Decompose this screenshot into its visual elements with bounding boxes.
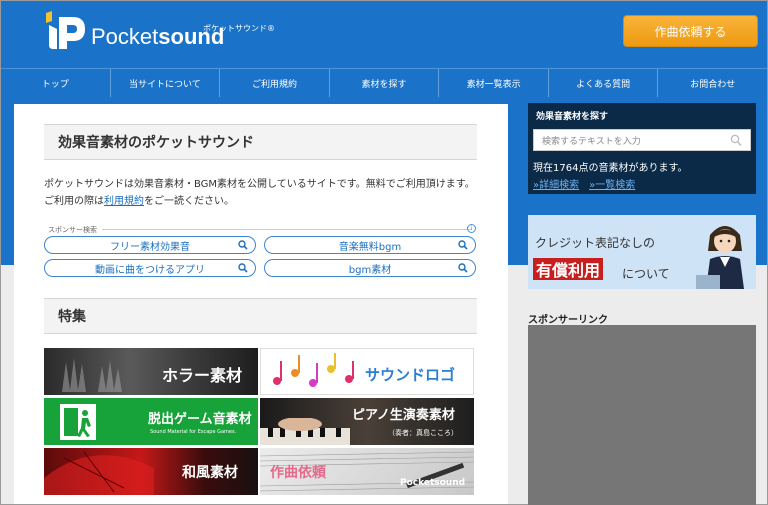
banner-highlight: 有償利用 <box>533 258 604 280</box>
site-header: Pocketsound ポケットサウンド® 作曲依頼する <box>1 1 767 68</box>
search-icon <box>238 263 248 273</box>
nav-item-contact[interactable]: お問合わせ <box>658 69 767 97</box>
sponsor-search-pill[interactable]: bgm素材 <box>264 259 476 277</box>
tile-sublabel: Pocketsound <box>400 478 466 488</box>
feature-tile-escape-game[interactable]: 脱出ゲーム音素材 Sound Material for Escape Games… <box>44 398 258 445</box>
emergency-exit-icon <box>60 404 96 440</box>
sidebar-search-links: »詳細検索 »一覧検索 <box>533 176 645 191</box>
material-count: 現在1764点の音素材があります。 <box>533 163 688 174</box>
search-icon <box>458 240 468 250</box>
nav-item-about[interactable]: 当サイトについて <box>111 69 221 97</box>
pill-label: 動画に曲をつけるアプリ <box>95 264 205 276</box>
sponsor-link-heading: スポンサーリンク <box>528 315 608 326</box>
page-title: 効果音素材のポケットサウンド <box>44 124 477 160</box>
tile-sublabel: Sound Material for Escape Games. <box>150 429 237 435</box>
search-placeholder: 検索するテキストを入力 <box>542 136 641 147</box>
tile-label: 脱出ゲーム音素材 <box>148 412 252 427</box>
banner-line2: について <box>622 267 670 281</box>
site-logo[interactable]: Pocketsound ポケットサウンド® <box>43 11 275 51</box>
sidebar-search-box: 効果音素材を探す 検索するテキストを入力 現在1764点の音素材があります。 »… <box>528 103 756 194</box>
tile-sublabel: （奏者：真島こころ） <box>388 429 458 437</box>
feature-tile-japanese[interactable]: 和風素材 <box>44 448 258 495</box>
main-nav: トップ 当サイトについて ご利用規約 素材を探す 素材一覧表示 よくある質問 お… <box>1 68 767 97</box>
pill-label: bgm素材 <box>348 264 392 276</box>
tile-label: ピアノ生演奏素材 <box>352 408 455 423</box>
terms-link[interactable]: 利用規約 <box>104 196 144 207</box>
sponsor-search-pill[interactable]: フリー素材効果音 <box>44 236 256 254</box>
sponsor-divider <box>102 229 472 230</box>
feature-tile-sound-logo[interactable]: サウンドロゴ <box>260 348 474 395</box>
music-notes-image <box>273 353 354 387</box>
pocketsound-logo-icon <box>46 11 85 49</box>
ad-placeholder <box>528 325 756 505</box>
sponsor-search-pill[interactable]: 音楽無料bgm <box>264 236 476 254</box>
banner-line1: クレジット表記なしの <box>535 236 656 250</box>
list-search-link[interactable]: »一覧検索 <box>589 180 635 191</box>
info-icon[interactable]: i <box>467 224 476 233</box>
sponsor-search-label: スポンサー検索 <box>48 226 97 234</box>
commission-button[interactable]: 作曲依頼する <box>623 15 758 47</box>
tile-label: ホラー素材 <box>162 366 243 385</box>
feature-heading: 特集 <box>44 298 477 334</box>
intro-text: ポケットサウンドは効果音素材・BGM素材を公開しているサイトです。無料でご利用頂… <box>44 179 475 207</box>
sponsor-search-pill[interactable]: 動画に曲をつけるアプリ <box>44 259 256 277</box>
pill-label: 音楽無料bgm <box>338 241 402 253</box>
nav-item-list[interactable]: 素材一覧表示 <box>439 69 549 97</box>
main-content: 効果音素材のポケットサウンド ポケットサウンドは効果音素材・BGM素材を公開して… <box>14 104 508 504</box>
nav-item-search[interactable]: 素材を探す <box>330 69 440 97</box>
feature-tile-composition[interactable]: 作曲依頼 Pocketsound <box>260 448 474 495</box>
businesswoman-illustration <box>696 226 744 289</box>
nav-item-faq[interactable]: よくある質問 <box>549 69 659 97</box>
tile-label: 作曲依頼 <box>270 465 326 481</box>
nav-item-terms[interactable]: ご利用規約 <box>220 69 330 97</box>
tile-label: 和風素材 <box>182 465 238 481</box>
tile-label: サウンドロゴ <box>365 366 456 384</box>
search-icon <box>238 240 248 250</box>
pill-label: フリー素材効果音 <box>110 241 190 253</box>
search-input[interactable]: 検索するテキストを入力 <box>533 129 751 151</box>
logo-subtitle: ポケットサウンド® <box>203 24 275 33</box>
nav-item-top[interactable]: トップ <box>1 69 111 97</box>
search-icon <box>458 263 468 273</box>
search-icon[interactable] <box>730 134 742 147</box>
feature-tile-piano[interactable]: ピアノ生演奏素材 （奏者：真島こころ） <box>260 398 474 445</box>
detail-search-link[interactable]: »詳細検索 <box>533 180 579 191</box>
sidebar-search-title: 効果音素材を探す <box>536 112 609 122</box>
hands-image <box>62 358 122 392</box>
umbrella-image <box>44 451 154 495</box>
piano-keys-image <box>260 418 350 445</box>
feature-tile-horror[interactable]: ホラー素材 <box>44 348 258 395</box>
paid-use-banner[interactable]: クレジット表記なしの 有償利用 について <box>528 215 756 289</box>
